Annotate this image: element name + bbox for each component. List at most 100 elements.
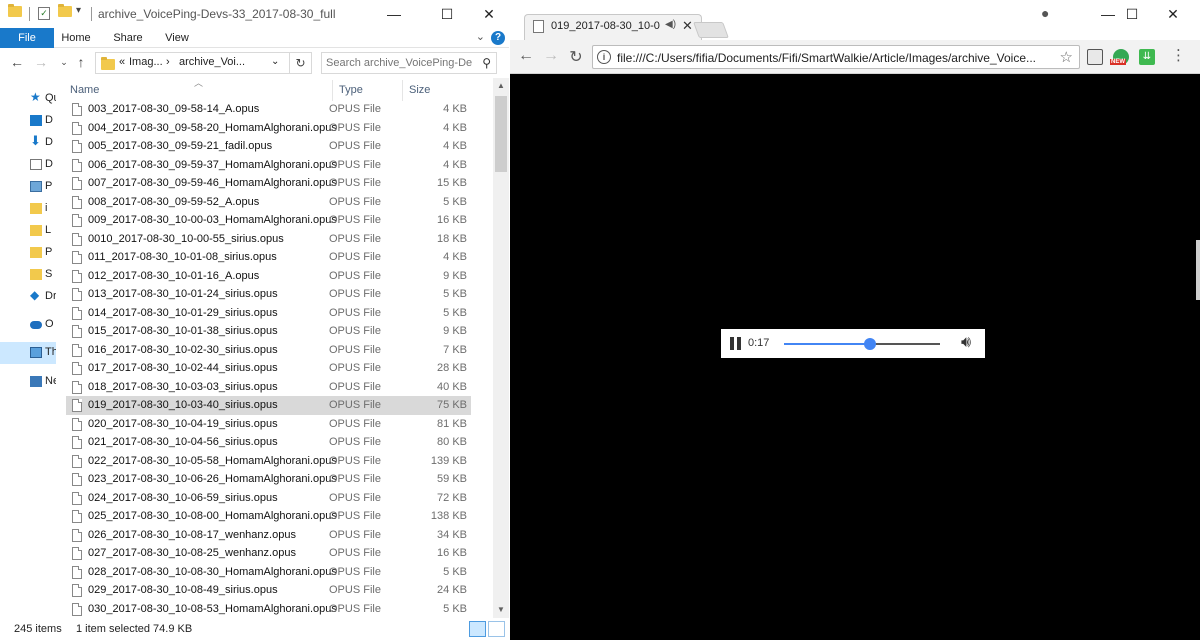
file-row[interactable]: 005_2017-08-30_09-59-21_fadil.opus OPUS F… [66, 137, 471, 156]
nav-pane-item[interactable]: ◆ Dr [0, 286, 56, 308]
file-row[interactable]: 0010_2017-08-30_10-00-55_sirius.opus OPUS… [66, 230, 471, 249]
file-row[interactable]: 008_2017-08-30_09-59-52_A.opus OPUS File 5… [66, 193, 471, 212]
scroll-up-icon[interactable]: ▲ [493, 78, 509, 94]
new-tab-button[interactable] [693, 22, 729, 38]
file-row[interactable]: 012_2017-08-30_10-01-16_A.opus OPUS File 9… [66, 267, 471, 286]
tab-view[interactable]: View [157, 28, 197, 48]
breadcrumb-current-folder[interactable]: archive_Voi... [179, 56, 245, 68]
back-arrow-icon[interactable]: ← [8, 54, 26, 70]
tab-file[interactable]: File [0, 28, 54, 48]
nav-pane-item[interactable]: Ne [0, 371, 56, 393]
close-button[interactable]: ✕ [1151, 0, 1195, 28]
column-divider[interactable] [332, 80, 333, 101]
scroll-thumb[interactable] [495, 96, 507, 172]
seek-slider[interactable] [784, 338, 940, 350]
nav-pane-item[interactable]: O [0, 314, 56, 336]
file-row[interactable]: 022_2017-08-30_10-05-58_HomamAlghorani.o… [66, 452, 471, 471]
file-row[interactable]: 030_2017-08-30_10-08-53_HomamAlghorani.o… [66, 600, 471, 619]
search-icon[interactable]: ⚲ [482, 56, 491, 70]
maximize-button[interactable]: ☐ [424, 0, 470, 28]
tab-home[interactable]: Home [56, 28, 96, 48]
column-header-name[interactable]: Name [70, 84, 99, 96]
volume-icon[interactable]: 🔊︎ [961, 334, 971, 352]
file-row[interactable]: 003_2017-08-30_09-58-14_A.opus OPUS File 4… [66, 100, 471, 119]
file-row[interactable]: 017_2017-08-30_10-02-44_sirius.opus OPUS … [66, 359, 471, 378]
menu-icon[interactable]: ⋮ [1171, 46, 1186, 64]
file-row[interactable]: 024_2017-08-30_10-06-59_sirius.opus OPUS … [66, 489, 471, 508]
file-row[interactable]: 014_2017-08-30_10-01-29_sirius.opus OPUS … [66, 304, 471, 323]
address-bar[interactable]: « Imag... › archive_Voi... ⌄ ↻ [95, 52, 312, 74]
file-row[interactable]: 029_2017-08-30_10-08-49_sirius.opus OPUS … [66, 581, 471, 600]
file-row[interactable]: 006_2017-08-30_09-59-37_HomamAlghorani.o… [66, 156, 471, 175]
file-row[interactable]: 025_2017-08-30_10-08-00_HomamAlghorani.o… [66, 507, 471, 526]
breadcrumb-separator[interactable]: › [166, 56, 170, 68]
address-bar[interactable]: i file:///C:/Users/fifia/Documents/Fifi/… [592, 45, 1080, 69]
file-row[interactable]: 011_2017-08-30_10-01-08_sirius.opus OPUS … [66, 248, 471, 267]
extension-icon[interactable]: NEW [1110, 49, 1129, 65]
expand-ribbon-icon[interactable]: ⌄ [476, 30, 485, 43]
file-row[interactable]: 015_2017-08-30_10-01-38_sirius.opus OPUS … [66, 322, 471, 341]
search-box[interactable]: ⚲ [321, 52, 497, 74]
properties-icon[interactable]: ✓ [38, 7, 50, 20]
nav-pane-item[interactable]: D [0, 154, 56, 176]
details-view-icon[interactable] [469, 621, 486, 637]
tab-share[interactable]: Share [108, 28, 148, 48]
file-row[interactable]: 019_2017-08-30_10-03-40_sirius.opus OPUS … [66, 396, 471, 415]
customize-quick-access-icon[interactable]: ▾ [76, 5, 92, 21]
refresh-icon[interactable]: ↻ [289, 53, 311, 73]
minimize-button[interactable]: — [371, 0, 417, 28]
maximize-button[interactable]: ☐ [1110, 0, 1154, 28]
column-header-size[interactable]: Size [409, 84, 430, 96]
nav-pane-item[interactable]: P [0, 242, 56, 264]
bookmark-star-icon[interactable]: ☆ [1060, 48, 1073, 66]
file-row[interactable]: 028_2017-08-30_10-08-30_HomamAlghorani.o… [66, 563, 471, 582]
vertical-scrollbar[interactable]: ▲ ▼ [493, 78, 509, 618]
column-divider[interactable] [402, 80, 403, 101]
audio-playing-icon[interactable]: ◀) [665, 19, 676, 30]
extension-icon[interactable] [1087, 49, 1103, 65]
new-folder-icon[interactable] [58, 4, 74, 22]
nav-pane-item[interactable]: P [0, 176, 56, 198]
forward-arrow-icon[interactable]: → [541, 47, 561, 65]
browser-tab-active[interactable]: 019_2017-08-30_10-0 ◀) ✕ [524, 14, 702, 40]
forward-arrow-icon[interactable]: → [32, 54, 50, 70]
search-input[interactable] [326, 55, 472, 71]
file-row[interactable]: 007_2017-08-30_09-59-46_HomamAlghorani.o… [66, 174, 471, 193]
nav-pane-item[interactable]: ★ Qu [0, 88, 56, 110]
seek-handle[interactable] [863, 338, 876, 350]
file-row[interactable]: 016_2017-08-30_10-02-30_sirius.opus OPUS … [66, 341, 471, 360]
file-row[interactable]: 009_2017-08-30_10-00-03_HomamAlghorani.o… [66, 211, 471, 230]
breadcrumb-overflow[interactable]: « [119, 56, 125, 68]
file-row[interactable]: 023_2017-08-30_10-06-26_HomamAlghorani.o… [66, 470, 471, 489]
address-dropdown-icon[interactable]: ⌄ [271, 56, 279, 67]
close-button[interactable]: ✕ [466, 0, 512, 28]
info-icon[interactable]: i [597, 50, 611, 64]
extension-icon[interactable]: ⇊ [1139, 49, 1155, 65]
nav-pane-item[interactable]: L [0, 220, 56, 242]
url-text[interactable]: file:///C:/Users/fifia/Documents/Fifi/Sm… [617, 51, 1049, 65]
close-tab-icon[interactable]: ✕ [682, 18, 693, 34]
file-row[interactable]: 018_2017-08-30_10-03-03_sirius.opus OPUS … [66, 378, 471, 397]
file-row[interactable]: 027_2017-08-30_10-08-25_wenhanz.opus OPUS… [66, 544, 471, 563]
nav-pane-item[interactable]: S [0, 264, 56, 286]
file-row[interactable]: 013_2017-08-30_10-01-24_sirius.opus OPUS … [66, 285, 471, 304]
breadcrumb-images[interactable]: Imag... [129, 56, 163, 68]
file-row[interactable]: 021_2017-08-30_10-04-56_sirius.opus OPUS … [66, 433, 471, 452]
nav-pane-item[interactable]: D [0, 110, 56, 132]
reload-icon[interactable]: ↻ [566, 47, 586, 67]
back-arrow-icon[interactable]: ← [516, 47, 536, 65]
scroll-down-icon[interactable]: ▼ [493, 602, 509, 618]
pause-icon[interactable] [730, 337, 742, 350]
nav-pane-item[interactable]: Th [0, 342, 56, 364]
recent-locations-icon[interactable]: ⌄ [55, 57, 73, 68]
column-header-type[interactable]: Type [339, 84, 363, 96]
profile-icon[interactable]: ● [1041, 5, 1049, 21]
help-icon[interactable]: ? [491, 31, 505, 45]
file-row[interactable]: 004_2017-08-30_09-58-20_HomamAlghorani.o… [66, 119, 471, 138]
up-arrow-icon[interactable]: ↑ [72, 54, 90, 70]
large-icons-view-icon[interactable] [488, 621, 505, 637]
nav-pane-item[interactable]: i [0, 198, 56, 220]
nav-pane-item[interactable]: ⬇ D [0, 132, 56, 154]
file-row[interactable]: 026_2017-08-30_10-08-17_wenhanz.opus OPUS… [66, 526, 471, 545]
file-row[interactable]: 020_2017-08-30_10-04-19_sirius.opus OPUS … [66, 415, 471, 434]
